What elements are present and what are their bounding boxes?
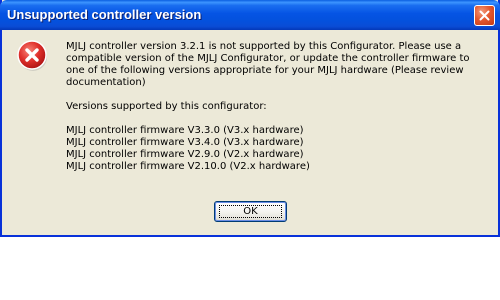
supported-versions-heading: Versions supported by this configurator: <box>66 101 267 112</box>
error-dialog: Unsupported controller version MJLJ cont… <box>0 0 500 237</box>
title-bar[interactable]: Unsupported controller version <box>0 0 500 30</box>
close-icon <box>479 10 490 21</box>
dialog-title: Unsupported controller version <box>7 7 202 22</box>
message-intro: MJLJ controller version 3.2.1 is not sup… <box>66 41 470 88</box>
error-icon <box>17 40 47 71</box>
ok-button-label: OK <box>243 206 258 217</box>
dialog-message: MJLJ controller version 3.2.1 is not sup… <box>66 41 491 173</box>
list-item: MJLJ controller firmware V2.9.0 (V2.x ha… <box>66 149 304 160</box>
list-item: MJLJ controller firmware V3.4.0 (V3.x ha… <box>66 137 304 148</box>
list-item: MJLJ controller firmware V3.3.0 (V3.x ha… <box>66 125 304 136</box>
supported-versions-list: MJLJ controller firmware V3.3.0 (V3.x ha… <box>66 125 491 173</box>
close-button[interactable] <box>474 5 495 26</box>
ok-button[interactable]: OK <box>214 201 287 222</box>
list-item: MJLJ controller firmware V2.10.0 (V2.x h… <box>66 161 310 172</box>
